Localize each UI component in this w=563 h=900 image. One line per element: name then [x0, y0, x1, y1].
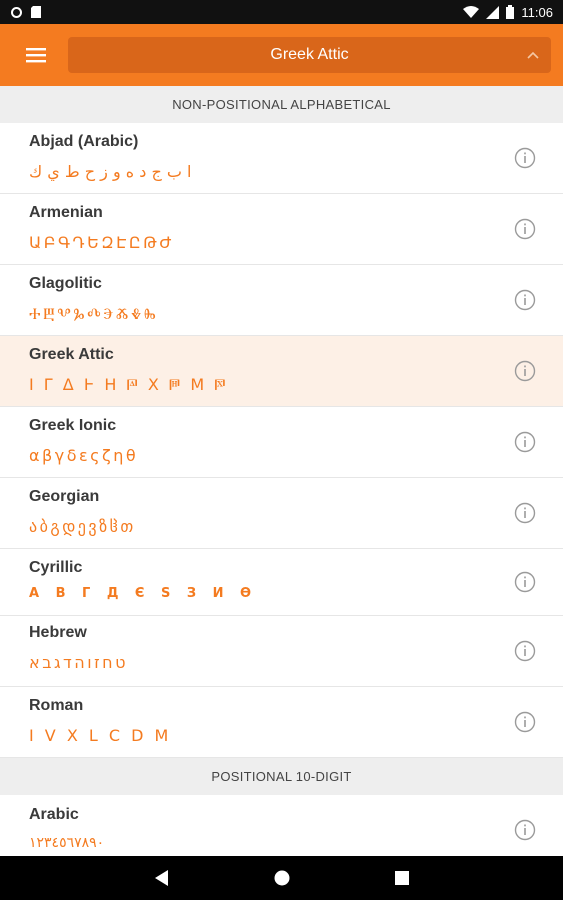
item-name: Cyrillic	[29, 559, 83, 576]
menu-button[interactable]	[18, 43, 54, 67]
back-button[interactable]	[152, 868, 172, 888]
item-name: Hebrew	[29, 624, 87, 641]
item-name: Armenian	[29, 204, 103, 221]
info-icon[interactable]	[514, 819, 536, 841]
numeral-system-list: NON-POSITIONAL ALPHABETICAL Abjad (Arabi…	[0, 86, 563, 856]
wifi-icon	[463, 5, 480, 19]
info-icon[interactable]	[514, 571, 536, 593]
list-item-glagolitic[interactable]: Glagolitic ⰀⰁⰂⰃⰄⰅⰆⰇⰈ	[0, 265, 563, 336]
system-navigation-bar	[0, 856, 563, 900]
section-header: POSITIONAL 10-DIGIT	[0, 758, 563, 795]
notification-icon	[10, 6, 23, 19]
list-item-hebrew[interactable]: Hebrew אבגדהוזחט	[0, 616, 563, 687]
dropdown-selected-value: Greek Attic	[270, 46, 349, 63]
list-item-greek-attic[interactable]: Greek Attic Ι Γ Δ Ͱ Η 𐅄 Χ 𐅅 Μ 𐅆	[0, 336, 563, 407]
home-circle-icon	[274, 870, 289, 886]
info-icon[interactable]	[514, 218, 536, 240]
item-sample: А В Г Д Є Ѕ З И Ѳ	[29, 586, 258, 601]
item-sample: אבגדהוזחט	[29, 653, 128, 672]
item-name: Glagolitic	[29, 275, 102, 292]
list-item-cyrillic[interactable]: Cyrillic А В Г Д Є Ѕ З И Ѳ	[0, 549, 563, 616]
recents-button[interactable]	[392, 868, 412, 888]
chevron-up-icon	[527, 51, 539, 59]
item-sample: Ι Γ Δ Ͱ Η 𐅄 Χ 𐅅 Μ 𐅆	[29, 375, 229, 394]
item-sample: I V X L C D M	[29, 726, 172, 745]
home-button[interactable]	[272, 868, 292, 888]
sd-card-icon	[30, 5, 42, 19]
numeral-system-dropdown[interactable]: Greek Attic	[68, 37, 551, 73]
item-name: Abjad (Arabic)	[29, 133, 139, 150]
battery-icon	[506, 5, 515, 19]
item-name: Georgian	[29, 488, 100, 505]
item-sample: ا ب ج د ه و ز ح ط ي ك	[29, 162, 192, 181]
list-item-armenian[interactable]: Armenian ԱԲԳԴԵԶԷԸԹԺ	[0, 194, 563, 265]
info-icon[interactable]	[514, 640, 536, 662]
info-icon[interactable]	[514, 289, 536, 311]
item-name: Greek Ionic	[29, 417, 117, 434]
info-icon[interactable]	[514, 360, 536, 382]
info-icon[interactable]	[514, 431, 536, 453]
list-item-roman[interactable]: Roman I V X L C D M	[0, 687, 563, 758]
item-sample: αβγδεςζηθ	[29, 446, 139, 465]
item-sample: ԱԲԳԴԵԶԷԸԹԺ	[29, 233, 174, 252]
list-item-abjad-arabic[interactable]: Abjad (Arabic) ا ب ج د ه و ز ح ط ي ك	[0, 123, 563, 194]
status-time: 11:06	[521, 4, 553, 20]
item-sample: ١٢٣٤٥٦٧٨٩٠	[29, 835, 105, 851]
item-name: Greek Attic	[29, 346, 114, 363]
info-icon[interactable]	[514, 502, 536, 524]
status-left-icons	[10, 5, 42, 19]
item-sample: აბგდევზჱთ	[29, 517, 136, 536]
list-item-arabic[interactable]: Arabic ١٢٣٤٥٦٧٨٩٠	[0, 795, 563, 856]
section-title: POSITIONAL 10-DIGIT	[211, 769, 352, 784]
section-title: NON-POSITIONAL ALPHABETICAL	[172, 97, 391, 112]
item-name: Roman	[29, 697, 84, 714]
item-name: Arabic	[29, 806, 79, 823]
item-sample: ⰀⰁⰂⰃⰄⰅⰆⰇⰈ	[29, 304, 159, 323]
recents-square-icon	[394, 871, 409, 885]
info-icon[interactable]	[514, 147, 536, 169]
hamburger-icon	[26, 48, 46, 63]
list-item-greek-ionic[interactable]: Greek Ionic αβγδεςζηθ	[0, 407, 563, 478]
signal-icon	[486, 5, 500, 19]
back-triangle-icon	[154, 870, 168, 886]
status-bar: 11:06	[0, 0, 563, 24]
section-header: NON-POSITIONAL ALPHABETICAL	[0, 86, 563, 123]
status-right-icons: 11:06	[463, 5, 553, 20]
list-item-georgian[interactable]: Georgian აბგდევზჱთ	[0, 478, 563, 549]
info-icon[interactable]	[514, 711, 536, 733]
app-bar: Greek Attic	[0, 24, 563, 86]
